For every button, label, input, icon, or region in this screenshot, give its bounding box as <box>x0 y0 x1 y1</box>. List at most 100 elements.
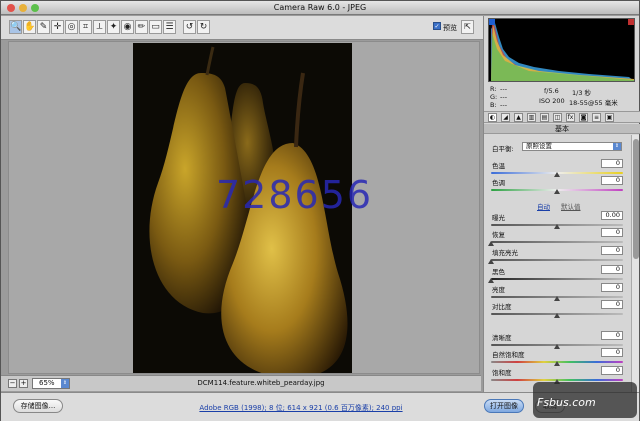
scrollbar-thumb[interactable] <box>633 139 639 259</box>
slider-label: 自然饱和度 <box>492 351 525 359</box>
zoom-icon[interactable]: 🔍 <box>9 20 22 34</box>
slider-label: 清晰度 <box>492 334 512 342</box>
lens: 18-55@55 毫米 <box>569 99 618 107</box>
red-eye-icon[interactable]: ◉ <box>121 20 134 34</box>
preview-checkbox[interactable]: ✓ <box>433 22 441 30</box>
open-image-button[interactable]: 打开图像 <box>484 399 524 413</box>
default-link[interactable]: 默认值 <box>561 201 581 211</box>
preferences-icon[interactable]: ☰ <box>163 20 176 34</box>
watermark: 728656 <box>216 173 374 217</box>
zoom-select[interactable]: 65% ⇕ <box>32 378 70 389</box>
shutter: 1/3 秒 <box>572 89 592 97</box>
slider-value-field[interactable]: 0 <box>601 366 623 375</box>
slider-thumb[interactable] <box>554 224 560 229</box>
hsl-tab-icon[interactable]: ▥ <box>527 113 536 122</box>
lens-tab-icon[interactable]: ◫ <box>553 113 562 122</box>
chevron-down-icon: ⇕ <box>613 143 621 150</box>
b-value: --- <box>500 101 508 109</box>
slider-value-field[interactable]: 0 <box>601 348 623 357</box>
adjustment-brush-icon[interactable]: ✏ <box>135 20 148 34</box>
logo-text: Fsbus.com <box>537 396 596 409</box>
slider-value-field[interactable]: 0 <box>601 228 623 237</box>
slider-thumb[interactable] <box>554 313 560 318</box>
slider-thumb[interactable] <box>488 259 494 264</box>
detail-tab-icon[interactable]: ▲ <box>514 113 523 122</box>
panel-tabs: ◐ ◢ ▲ ▥ ▤ ◫ fx ◙ ≡ ▣ <box>484 111 640 123</box>
basic-tab-icon[interactable]: ◐ <box>488 113 497 122</box>
slider-label: 填充亮光 <box>492 249 518 257</box>
slider-label: 色温 <box>492 162 505 170</box>
slider-value-field[interactable]: 0.00 <box>601 211 623 220</box>
white-balance-value: 原照设置 <box>526 142 552 150</box>
spot-removal-icon[interactable]: ✦ <box>107 20 120 34</box>
slider-value-field[interactable]: 0 <box>601 300 623 309</box>
window-title: Camera Raw 6.0 - JPEG <box>273 3 367 12</box>
aperture: f/5.6 <box>544 87 559 95</box>
slider-label: 对比度 <box>492 303 512 311</box>
white-balance-select[interactable]: 原照设置 ⇕ <box>522 142 622 151</box>
rotate-left-icon[interactable]: ↺ <box>183 20 196 34</box>
histogram <box>488 18 635 82</box>
panel-scrollbar[interactable] <box>631 135 639 392</box>
fx-tab-icon[interactable]: fx <box>566 113 575 122</box>
panel-title: 基本 <box>484 124 640 134</box>
status-bar: − + 65% ⇕ DCM114.feature.whiteb_pearday.j… <box>1 375 481 391</box>
white-balance-label: 白平衡: <box>492 145 514 153</box>
presets-tab-icon[interactable]: ≡ <box>592 113 601 122</box>
image-filename: DCM114.feature.whiteb_pearday.jpg <box>197 379 325 387</box>
slider-thumb[interactable] <box>488 278 494 283</box>
graduated-filter-icon[interactable]: ▭ <box>149 20 162 34</box>
zoom-in-button[interactable]: + <box>19 379 28 388</box>
slider-value-field[interactable]: 0 <box>601 331 623 340</box>
g-value: --- <box>500 93 508 101</box>
slider-label: 黑色 <box>492 268 505 276</box>
minimize-icon[interactable] <box>19 4 27 12</box>
chevron-down-icon: ⇕ <box>61 379 69 388</box>
slider-value-field[interactable]: 0 <box>601 176 623 185</box>
auto-link[interactable]: 自动 <box>537 201 550 211</box>
slider-thumb[interactable] <box>488 241 494 246</box>
tone-curve-tab-icon[interactable]: ◢ <box>501 113 510 122</box>
save-image-button[interactable]: 存储图像... <box>13 399 63 413</box>
slider-thumb[interactable] <box>554 296 560 301</box>
slider-thumb[interactable] <box>554 172 560 177</box>
slider-value-field[interactable]: 0 <box>601 265 623 274</box>
site-logo: Fsbus.com <box>533 382 637 418</box>
slider-thumb[interactable] <box>554 344 560 349</box>
hand-icon[interactable]: ✋ <box>23 20 36 34</box>
workflow-options-link[interactable]: Adobe RGB (1998); 8 位; 614 x 921 (0.6 百万… <box>161 403 441 413</box>
slider-track[interactable] <box>491 278 623 280</box>
b-label: B: <box>490 101 497 109</box>
straighten-icon[interactable]: ⟂ <box>93 20 106 34</box>
color-sampler-icon[interactable]: ✛ <box>51 20 64 34</box>
g-label: G: <box>490 93 498 101</box>
slider-label: 亮度 <box>492 286 505 294</box>
target-adjust-icon[interactable]: ◎ <box>65 20 78 34</box>
white-balance-icon[interactable]: ✎ <box>37 20 50 34</box>
adjustments-panel: R: --- G: --- B: --- f/5.6 1/3 秒 ISO 200… <box>483 16 640 392</box>
split-tone-tab-icon[interactable]: ▤ <box>540 113 549 122</box>
rotate-right-icon[interactable]: ↻ <box>197 20 210 34</box>
slider-value-field[interactable]: 0 <box>601 246 623 255</box>
camera-raw-window: Camera Raw 6.0 - JPEG 🔍 ✋ ✎ ✛ ◎ ⌗ ⟂ ✦ ◉ ✏ ▭ ☰ ↺ ↻ ✓ 预… <box>0 0 640 421</box>
camera-calibration-tab-icon[interactable]: ◙ <box>579 113 588 122</box>
zoom-out-button[interactable]: − <box>8 379 17 388</box>
iso: ISO 200 <box>539 97 565 105</box>
crop-icon[interactable]: ⌗ <box>79 20 92 34</box>
slider-thumb[interactable] <box>554 189 560 194</box>
fullscreen-icon[interactable]: ⇱ <box>461 20 474 34</box>
slider-value-field[interactable]: 0 <box>601 283 623 292</box>
slider-track[interactable] <box>491 241 623 243</box>
slider-thumb[interactable] <box>554 361 560 366</box>
r-label: R: <box>490 85 497 93</box>
preview-label: 预览 <box>443 24 457 32</box>
zoom-window-icon[interactable] <box>31 4 39 12</box>
slider-track[interactable] <box>491 259 623 261</box>
slider-value-field[interactable]: 0 <box>601 159 623 168</box>
snapshots-tab-icon[interactable]: ▣ <box>605 113 614 122</box>
close-icon[interactable] <box>7 4 15 12</box>
slider-label: 恢复 <box>492 231 505 239</box>
r-value: --- <box>500 85 508 93</box>
slider-label: 色调 <box>492 179 505 187</box>
slider-label: 饱和度 <box>492 369 512 377</box>
